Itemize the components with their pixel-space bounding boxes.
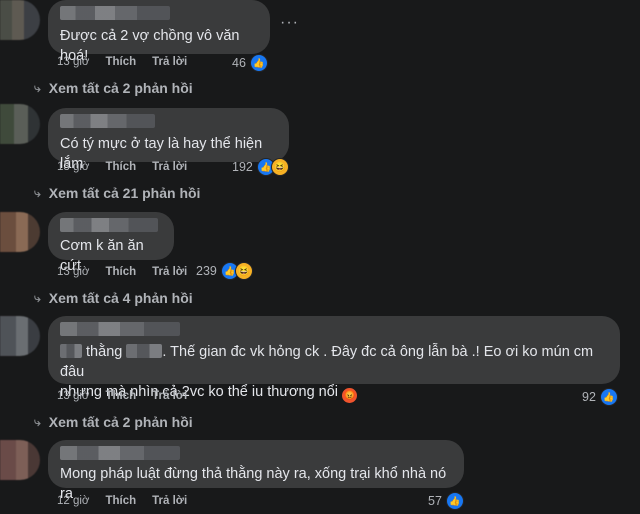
comment-time[interactable]: 13 giờ <box>57 56 89 68</box>
reaction-summary[interactable]: 192 👍 😆 <box>232 158 289 176</box>
tagged-name-redacted[interactable] <box>60 344 82 358</box>
avatar[interactable] <box>0 0 40 40</box>
reaction-count: 92 <box>582 390 596 404</box>
comment-time[interactable]: 13 giờ <box>57 390 89 402</box>
view-replies-link[interactable]: Xem tất cả 2 phản hồi <box>34 80 193 96</box>
comment-text: thằng . Thế gian đc vk hỏng ck . Đây đc … <box>60 344 594 380</box>
avatar[interactable] <box>0 316 40 356</box>
comment-bubble: thằng . Thế gian đc vk hỏng ck . Đây đc … <box>48 316 620 403</box>
like-reaction-icon: 👍 <box>249 54 268 72</box>
view-replies-link[interactable]: Xem tất cả 21 phản hồi <box>34 185 201 201</box>
avatar[interactable] <box>0 440 40 480</box>
comment-bubble: Mong pháp luật đừng thả thằng này ra, xố… <box>48 440 464 502</box>
reply-button[interactable]: Trả lời <box>152 495 187 507</box>
commenter-name-redacted[interactable] <box>60 218 158 232</box>
comment-actions: 13 giờ Thích Trả lời <box>57 390 203 402</box>
avatar[interactable] <box>0 104 40 144</box>
comment-time[interactable]: 12 giờ <box>57 495 89 507</box>
reaction-summary[interactable]: 57 👍 <box>428 492 464 510</box>
reaction-summary[interactable]: 46 👍 <box>232 54 268 72</box>
comment-time[interactable]: 13 giờ <box>57 161 89 173</box>
like-button[interactable]: Thích <box>105 56 136 68</box>
reply-arrow-icon <box>34 186 41 201</box>
reaction-summary[interactable]: 239 👍 😆 <box>196 262 253 280</box>
comment-time[interactable]: 13 giờ <box>57 266 89 278</box>
reply-button[interactable]: Trả lời <box>152 56 187 68</box>
reply-button[interactable]: Trả lời <box>152 266 187 278</box>
tagged-name-redacted[interactable] <box>126 344 163 358</box>
haha-reaction-icon: 😆 <box>270 158 289 176</box>
like-button[interactable]: Thích <box>105 495 136 507</box>
reply-arrow-icon <box>34 291 41 306</box>
comment-actions: 13 giờ Thích Trả lời <box>57 161 203 173</box>
reply-arrow-icon <box>34 81 41 96</box>
commenter-name-redacted[interactable] <box>60 114 155 128</box>
angry-face-icon: 😡 <box>342 388 358 403</box>
like-button[interactable]: Thích <box>105 266 136 278</box>
reply-button[interactable]: Trả lời <box>152 161 187 173</box>
comment-actions: 13 giờ Thích Trả lời <box>57 56 203 68</box>
like-reaction-icon: 👍 <box>599 388 618 406</box>
comment-bubble: Được cả 2 vợ chồng vô văn hoá! <box>48 0 270 64</box>
commenter-name-redacted[interactable] <box>60 446 180 460</box>
reaction-count: 57 <box>428 494 442 508</box>
like-button[interactable]: Thích <box>105 161 136 173</box>
reply-button[interactable]: Trả lời <box>152 390 187 402</box>
view-replies-link[interactable]: Xem tất cả 2 phản hồi <box>34 414 193 430</box>
reaction-summary[interactable]: 92 👍 <box>582 388 618 406</box>
more-options-icon[interactable]: ··· <box>280 14 299 32</box>
comment-bubble: Cơm k ăn ăn cứt <box>48 212 174 274</box>
reply-arrow-icon <box>34 415 41 430</box>
like-reaction-icon: 👍 <box>445 492 464 510</box>
reaction-count: 192 <box>232 160 253 174</box>
avatar[interactable] <box>0 212 40 252</box>
reaction-count: 46 <box>232 56 246 70</box>
commenter-name-redacted[interactable] <box>60 6 170 20</box>
comment-actions: 12 giờ Thích Trả lời <box>57 495 203 507</box>
commenter-name-redacted[interactable] <box>60 322 180 336</box>
comment-bubble: Có tý mực ở tay là hay thể hiện lắm <box>48 108 289 172</box>
view-replies-link[interactable]: Xem tất cả 4 phản hồi <box>34 290 193 306</box>
haha-reaction-icon: 😆 <box>234 262 253 280</box>
like-button[interactable]: Thích <box>105 390 136 402</box>
comment-actions: 13 giờ Thích Trả lời <box>57 266 203 278</box>
